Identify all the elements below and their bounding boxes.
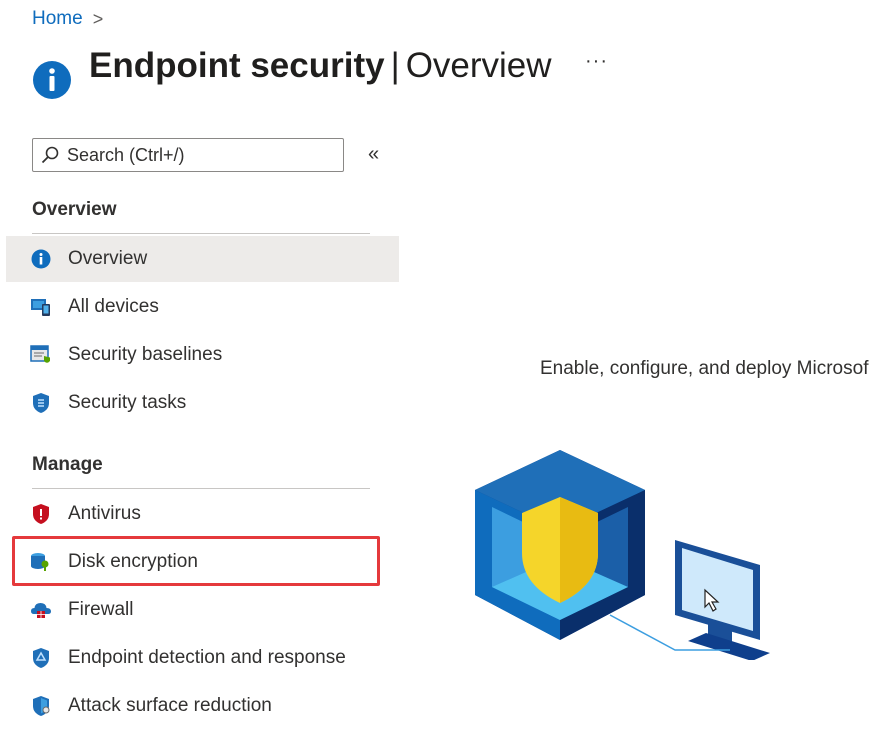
- nav-item-label: Security tasks: [68, 392, 187, 413]
- nav-item-security-baselines[interactable]: Security baselines: [6, 332, 399, 378]
- collapse-menu-button[interactable]: «: [368, 143, 379, 166]
- search-box[interactable]: [32, 138, 344, 172]
- page-title-main: Endpoint security: [89, 46, 385, 85]
- more-options-button[interactable]: ···: [585, 50, 608, 73]
- info-icon: [30, 248, 52, 270]
- section-divider: [32, 233, 370, 234]
- nav-item-label: Antivirus: [68, 503, 141, 524]
- nav-item-label: Firewall: [68, 599, 134, 620]
- section-divider: [32, 488, 370, 489]
- nav-item-endpoint-detection[interactable]: Endpoint detection and response: [6, 635, 399, 681]
- page-title: Endpoint security | Overview: [89, 44, 552, 88]
- firewall-icon: [30, 599, 52, 621]
- breadcrumb-home-link[interactable]: Home: [32, 8, 83, 30]
- nav-item-label: All devices: [68, 296, 159, 317]
- highlight-box: [12, 536, 380, 586]
- search-input[interactable]: [65, 143, 329, 167]
- search-icon: [41, 146, 59, 164]
- nav-item-label: Overview: [68, 248, 148, 269]
- section-heading-overview: Overview: [32, 199, 117, 220]
- nav-item-firewall[interactable]: Firewall: [6, 587, 399, 633]
- nav-item-overview[interactable]: Overview: [6, 236, 399, 282]
- breadcrumb-separator: >: [92, 8, 104, 29]
- devices-icon: [30, 296, 52, 318]
- nav-item-attack-surface-reduction[interactable]: Attack surface reduction: [6, 683, 399, 729]
- edr-icon: [30, 647, 52, 669]
- nav-item-label: Endpoint detection and response: [68, 647, 346, 668]
- antivirus-shield-icon: [30, 503, 52, 525]
- breadcrumb: Home >: [32, 8, 103, 30]
- nav-item-label: Security baselines: [68, 344, 223, 365]
- section-heading-manage: Manage: [32, 454, 103, 475]
- info-icon: [33, 61, 71, 99]
- nav-item-security-tasks[interactable]: Security tasks: [6, 380, 399, 426]
- overview-tagline: Enable, configure, and deploy Microsof: [540, 358, 869, 379]
- attack-surface-icon: [30, 695, 52, 717]
- nav-item-all-devices[interactable]: All devices: [6, 284, 399, 330]
- monitor-icon: [675, 540, 770, 660]
- page-title-sub: Overview: [405, 46, 552, 85]
- security-baselines-icon: [30, 344, 52, 366]
- security-tasks-icon: [30, 392, 52, 414]
- nav-item-antivirus[interactable]: Antivirus: [6, 491, 399, 537]
- endpoint-security-illustration: [475, 450, 770, 660]
- nav-item-label: Attack surface reduction: [68, 695, 272, 716]
- page-title-separator: |: [390, 46, 400, 85]
